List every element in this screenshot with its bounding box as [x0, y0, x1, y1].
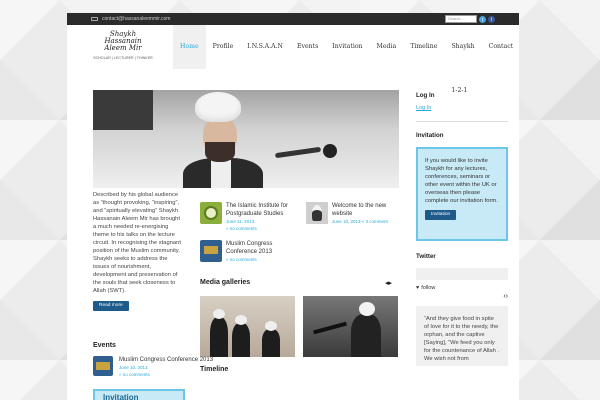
- event-thumbnail[interactable]: [93, 356, 113, 376]
- post-thumbnail[interactable]: [200, 202, 222, 224]
- invitation-button[interactable]: Invitation: [425, 210, 457, 220]
- top-bar: contact@hassanaleemmir.com Search ... t …: [67, 13, 519, 25]
- chevron-right-icon[interactable]: ▸: [389, 280, 393, 287]
- list-item[interactable]: Welcome to the new website June 10, 2013…: [306, 202, 406, 225]
- twitter-bird-icon: ♥: [416, 285, 420, 291]
- gallery-image[interactable]: [303, 296, 398, 357]
- nav-insaan[interactable]: I.N.S.A.A.N: [240, 25, 290, 69]
- divider: [416, 121, 508, 122]
- read-more-button[interactable]: Read more: [93, 301, 129, 311]
- header: Shaykh Hassanain Aleem Mir SCHOLAR | LEC…: [67, 25, 519, 94]
- intro-text: Described by his global audience as “tho…: [93, 192, 181, 294]
- nav-events[interactable]: Events: [290, 25, 325, 69]
- page-container: contact@hassanaleemmir.com Search ... t …: [67, 13, 519, 400]
- contact-email[interactable]: contact@hassanaleemmir.com: [91, 16, 170, 22]
- follow-label: follow: [421, 285, 436, 291]
- nav-home[interactable]: Home: [173, 25, 206, 69]
- gallery-image[interactable]: [200, 296, 295, 357]
- event-comments[interactable]: » no comments: [119, 371, 213, 378]
- post-thumbnail[interactable]: [306, 202, 328, 224]
- nav-shaykh-121[interactable]: Shaykh 1-2-1: [444, 25, 481, 94]
- media-galleries-heading: Media galleries: [200, 279, 251, 286]
- twitter-follow-link[interactable]: ♥ follow: [416, 285, 508, 291]
- event-title[interactable]: Muslim Congress Conference 2013: [119, 356, 213, 364]
- list-item[interactable]: The Islamic Institute for Postgraduate S…: [200, 202, 300, 232]
- search-input[interactable]: Search ...: [445, 15, 477, 23]
- post-thumbnail[interactable]: [200, 240, 222, 262]
- contact-email-text: contact@hassanaleemmir.com: [102, 16, 171, 22]
- sidebar: Log In Log In Invitation If you would li…: [416, 92, 508, 366]
- invitation-panel: If you would like to invite Shaykh for a…: [416, 147, 508, 241]
- logo-name-line2: Aleem Mir: [104, 44, 142, 52]
- event-date: June 10, 2013: [119, 365, 148, 370]
- site-logo[interactable]: Shaykh Hassanain Aleem Mir SCHOLAR | LEC…: [93, 30, 153, 61]
- intro-section: Described by his global audience as “tho…: [93, 191, 183, 311]
- post-comments[interactable]: » no comments: [226, 256, 300, 263]
- login-link[interactable]: Log In: [416, 105, 508, 111]
- invitation-heading: Invitation: [416, 132, 444, 139]
- events-heading: Events: [93, 342, 116, 349]
- nav-media[interactable]: Media: [370, 25, 404, 69]
- post-title[interactable]: Muslim Congress Conference 2013: [226, 240, 300, 256]
- nav-profile[interactable]: Profile: [206, 25, 241, 69]
- twitter-icon[interactable]: t: [479, 15, 486, 23]
- mail-icon: [91, 17, 98, 21]
- login-heading: Log In: [416, 92, 435, 99]
- logo-name-line1: Shaykh Hassanain: [104, 30, 142, 45]
- facebook-icon[interactable]: f: [488, 15, 495, 23]
- twitter-heading: Twitter: [416, 253, 436, 260]
- quote-text: “And they give food in spite of love for…: [424, 316, 500, 362]
- twitter-feed: [416, 268, 508, 280]
- list-item[interactable]: Muslim Congress Conference 2013 » no com…: [200, 240, 300, 263]
- post-date: June 11, 2013: [226, 219, 255, 224]
- chevron-right-icon[interactable]: ›: [506, 293, 508, 300]
- invitation-box[interactable]: Invitation: [93, 389, 185, 400]
- invitation-text: If you would like to invite Shaykh for a…: [425, 158, 498, 204]
- hero-image: [93, 90, 399, 188]
- logo-tagline: SCHOLAR | LECTURER | THINKER: [93, 56, 153, 60]
- post-date-comments: June 10, 2013 » 3 comment: [332, 219, 388, 224]
- event-item[interactable]: Muslim Congress Conference 2013 June 10,…: [93, 356, 213, 378]
- nav-contact[interactable]: Contact: [482, 25, 519, 69]
- quote-box: “And they give food in spite of love for…: [416, 306, 508, 366]
- main-nav: Home Profile I.N.S.A.A.N Events Invitati…: [173, 25, 519, 94]
- nav-invitation[interactable]: Invitation: [325, 25, 369, 69]
- post-title[interactable]: The Islamic Institute for Postgraduate S…: [226, 202, 300, 218]
- post-comments[interactable]: » no comments: [226, 225, 300, 232]
- nav-timeline[interactable]: Timeline: [403, 25, 444, 69]
- post-title[interactable]: Welcome to the new website: [332, 202, 406, 218]
